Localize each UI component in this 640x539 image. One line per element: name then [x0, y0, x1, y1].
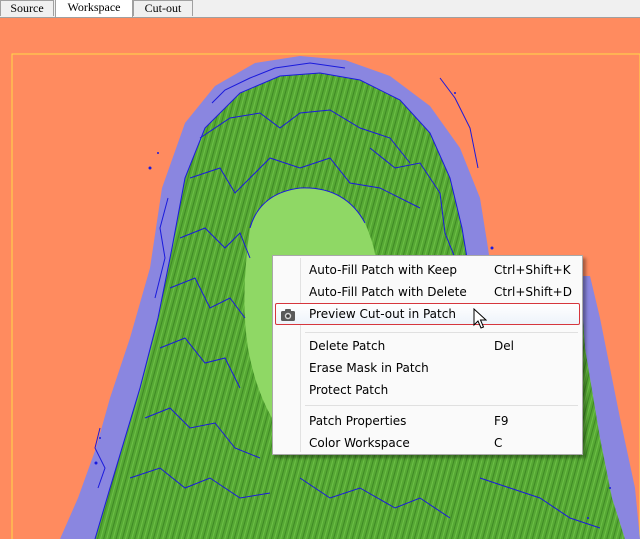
- menu-item-label: Patch Properties: [309, 414, 407, 428]
- tab-workspace[interactable]: Workspace: [55, 0, 133, 17]
- menu-item-shortcut: Ctrl+Shift+D: [494, 285, 572, 299]
- context-menu: Auto-Fill Patch with Keep Ctrl+Shift+K A…: [272, 255, 583, 455]
- menu-item-color-workspace[interactable]: Color Workspace C: [275, 432, 580, 454]
- menu-item-preview-cut-out[interactable]: Preview Cut-out in Patch: [275, 303, 580, 325]
- menu-item-delete-patch[interactable]: Delete Patch Del: [275, 335, 580, 357]
- tab-cut-out[interactable]: Cut-out: [133, 0, 193, 16]
- menu-item-auto-fill-delete[interactable]: Auto-Fill Patch with Delete Ctrl+Shift+D: [275, 281, 580, 303]
- camera-icon: [280, 307, 296, 323]
- menu-item-shortcut: C: [494, 436, 503, 450]
- mouse-cursor-icon: [473, 307, 488, 334]
- menu-item-label: Auto-Fill Patch with Keep: [309, 263, 457, 277]
- menu-item-shortcut: Ctrl+Shift+K: [494, 263, 571, 277]
- menu-item-label: Color Workspace: [309, 436, 410, 450]
- tab-source[interactable]: Source: [0, 0, 54, 16]
- menu-item-label: Auto-Fill Patch with Delete: [309, 285, 467, 299]
- menu-item-label: Protect Patch: [309, 383, 389, 397]
- menu-item-shortcut: Del: [494, 339, 514, 353]
- menu-item-auto-fill-keep[interactable]: Auto-Fill Patch with Keep Ctrl+Shift+K: [275, 259, 580, 281]
- menu-item-shortcut: F9: [494, 414, 509, 428]
- menu-item-erase-mask[interactable]: Erase Mask in Patch: [275, 357, 580, 379]
- tab-bar: Source Workspace Cut-out: [0, 0, 640, 18]
- menu-item-label: Erase Mask in Patch: [309, 361, 429, 375]
- menu-separator: [305, 332, 578, 333]
- menu-separator: [305, 405, 578, 406]
- menu-item-label: Delete Patch: [309, 339, 386, 353]
- menu-item-protect-patch[interactable]: Protect Patch: [275, 379, 580, 401]
- menu-item-label: Preview Cut-out in Patch: [309, 307, 456, 321]
- menu-item-patch-properties[interactable]: Patch Properties F9: [275, 410, 580, 432]
